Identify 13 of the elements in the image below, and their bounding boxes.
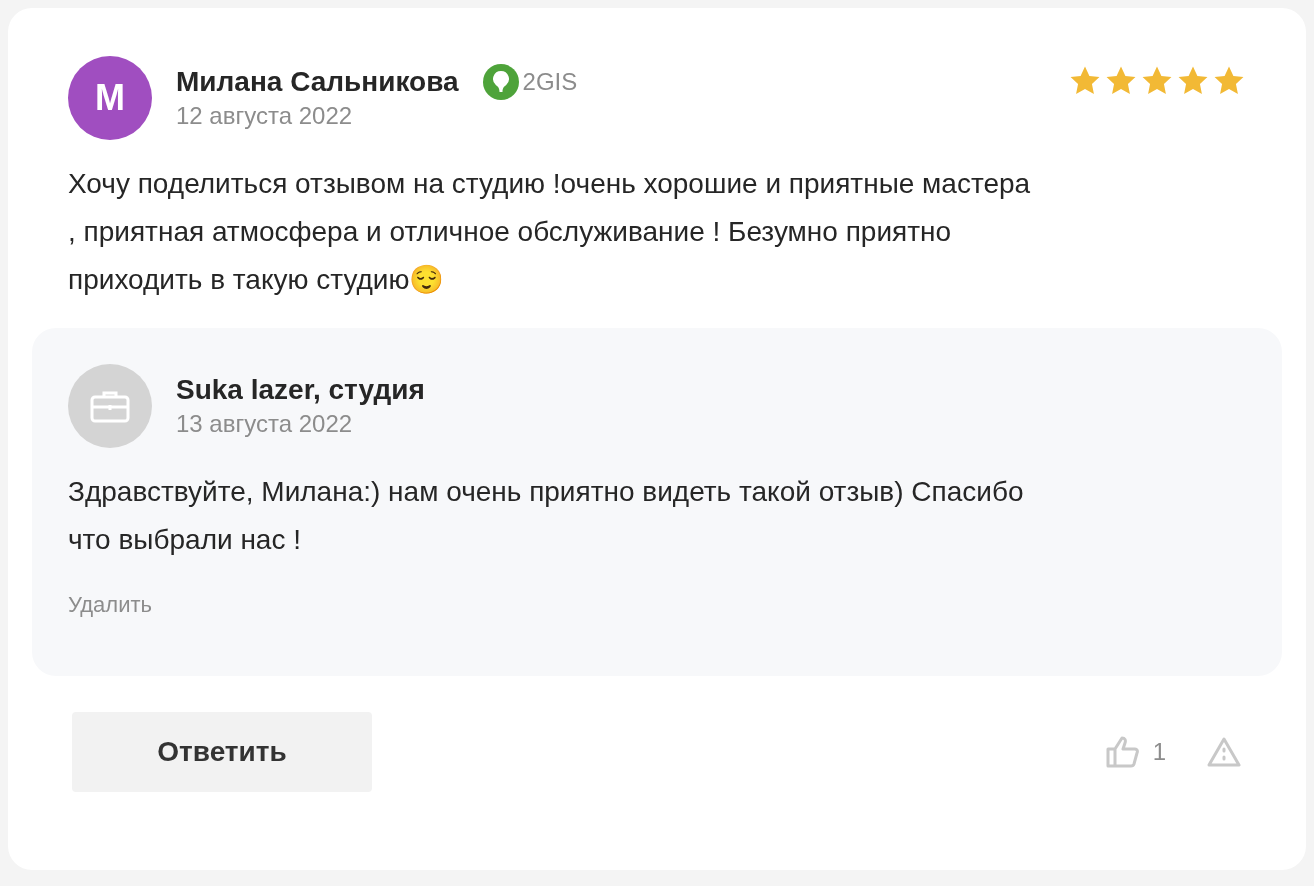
warning-icon[interactable] — [1206, 736, 1242, 768]
thumbs-up-icon[interactable] — [1104, 735, 1141, 769]
like-count: 1 — [1152, 737, 1166, 767]
reply-date: 13 августа 2022 — [176, 409, 354, 439]
pin-logo-icon — [482, 64, 519, 100]
reply-text: Здравствуйте, Милана:) нам очень приятно видеть такой отзыв) Спасибо что выбрали нас ! — [68, 475, 1025, 557]
reply-button[interactable]: Ответить — [72, 712, 372, 792]
review-text: Хочу поделиться отзывом на студию !очень хорошие и приятные мастера , приятная атмосфера и отличное обслуживание ! Безумно приятно приходить в такую студию😌 — [68, 167, 1032, 297]
avatar: М — [68, 56, 152, 140]
source-label: 2GIS — [522, 67, 578, 97]
review-date: 12 августа 2022 — [176, 101, 354, 131]
author-name: Милана Сальникова — [176, 65, 459, 99]
business-name: Suka lazer, студия — [176, 373, 425, 407]
